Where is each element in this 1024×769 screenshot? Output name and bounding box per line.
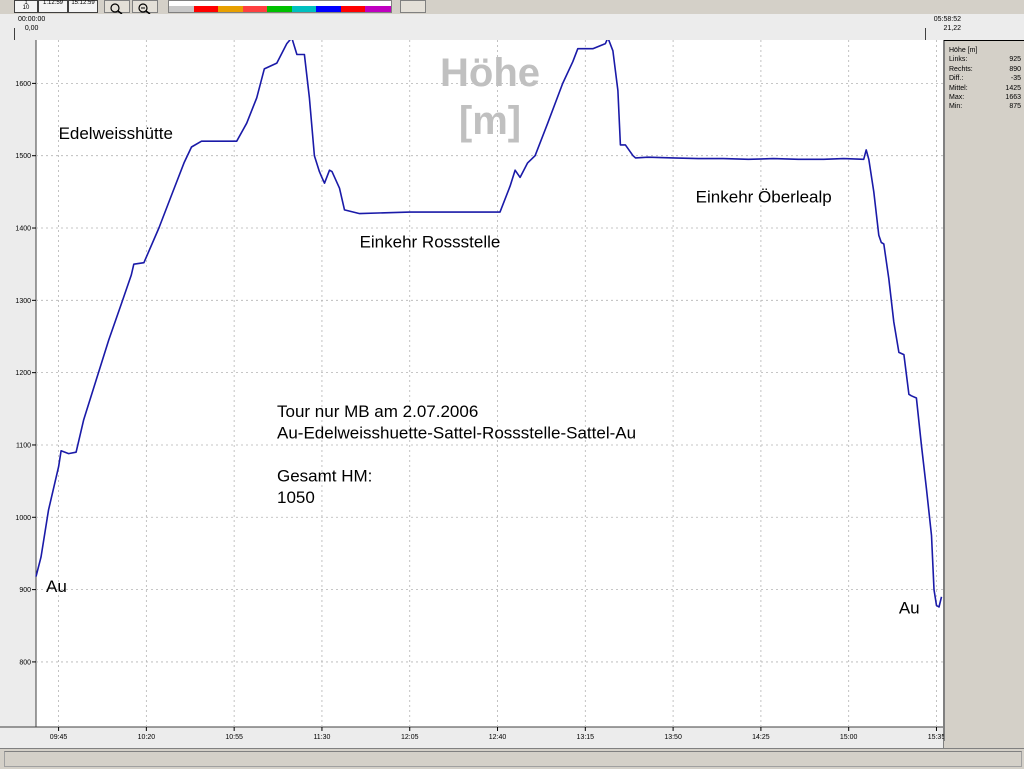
toolbar: 1 10 1:12:59 15:12:59 bbox=[0, 0, 1024, 15]
y-tick-label: 900 bbox=[19, 587, 31, 594]
start-value: 0,00 bbox=[24, 25, 39, 32]
note-line: Gesamt HM: bbox=[277, 467, 372, 486]
x-tick-label: 15:00 bbox=[840, 734, 858, 741]
stats-row: Diff.: -35 bbox=[949, 74, 1021, 83]
y-tick-label: 1500 bbox=[15, 153, 31, 160]
y-tick-label: 1300 bbox=[15, 298, 31, 305]
elevation-chart[interactable]: 800 900 1000 1100 1200 1300 1400 1500 1600 09:45 1… bbox=[0, 40, 944, 748]
stats-row: Mittel: 1425 bbox=[949, 84, 1021, 93]
channel-swatch[interactable] bbox=[291, 1, 318, 12]
y-tick-label: 1200 bbox=[15, 370, 31, 377]
y-axis-gutter bbox=[0, 40, 36, 748]
cursor-right-readout: 05:58:52 21,22 bbox=[927, 15, 961, 33]
stats-row: Min: 875 bbox=[949, 102, 1021, 111]
channel-swatch[interactable] bbox=[193, 1, 220, 12]
annotation-label: Einkehr Öberlealp bbox=[696, 188, 832, 207]
zoom-out-button[interactable] bbox=[132, 0, 158, 15]
y-tick-label: 1000 bbox=[15, 515, 31, 522]
x-tick-label: 11:30 bbox=[313, 734, 330, 741]
x-tick-label: 14:25 bbox=[752, 734, 770, 741]
channel-swatch[interactable] bbox=[218, 1, 244, 12]
stats-value: 875 bbox=[1009, 103, 1021, 111]
annotation-label: Einkehr Rossstelle bbox=[360, 233, 501, 252]
x-tick-label: 13:15 bbox=[577, 734, 595, 741]
magnifier-minus-icon bbox=[138, 3, 151, 15]
note-line: Tour nur MB am 2.07.2006 bbox=[277, 402, 478, 421]
annotation-label: Au bbox=[899, 598, 920, 617]
stats-value: 925 bbox=[1009, 56, 1021, 64]
zoom-in-button[interactable] bbox=[104, 0, 130, 15]
duration-field[interactable]: 1:12:59 bbox=[38, 0, 68, 13]
stats-panel: Höhe [m] Links: 925 Rechts: 890 Diff.: -35 … bbox=[944, 41, 1024, 741]
channel-swatch[interactable] bbox=[316, 1, 342, 12]
stats-value: 890 bbox=[1009, 65, 1021, 73]
stats-value: -35 bbox=[1010, 75, 1021, 83]
start-time: 00:00:00 bbox=[18, 16, 46, 23]
clock-field[interactable]: 15:12:59 bbox=[68, 0, 98, 13]
status-field bbox=[4, 751, 1022, 767]
x-tick-label: 12:40 bbox=[489, 734, 507, 741]
clock-field-bottom: 15:12:59 bbox=[71, 0, 95, 6]
y-tick-label: 800 bbox=[19, 659, 31, 666]
stats-header: Höhe [m] bbox=[949, 47, 978, 54]
annotation-label: Edelweisshütte bbox=[59, 124, 173, 143]
stats-table: Höhe [m] Links: 925 Rechts: 890 Diff.: -35 … bbox=[949, 46, 1021, 112]
channel-swatch[interactable] bbox=[267, 1, 293, 12]
scale-field-bottom: 10 bbox=[22, 5, 30, 11]
stats-value: 1425 bbox=[1005, 84, 1021, 92]
info-bar bbox=[0, 14, 1024, 54]
x-tick-label: 10:55 bbox=[225, 734, 243, 741]
channel-swatch[interactable] bbox=[242, 1, 269, 12]
x-tick-label: 10:20 bbox=[138, 734, 156, 741]
magnifier-icon bbox=[110, 3, 123, 15]
chart-title: [m] bbox=[459, 99, 521, 143]
channel-swatch[interactable] bbox=[365, 1, 391, 12]
stats-label: Diff.: bbox=[949, 75, 964, 83]
x-tick-label: 12:05 bbox=[401, 734, 419, 741]
x-tick-label: 09:45 bbox=[50, 734, 68, 741]
y-tick-label: 1400 bbox=[15, 226, 31, 233]
stats-value: 1663 bbox=[1005, 94, 1021, 102]
stats-row: Links: 925 bbox=[949, 55, 1021, 64]
scale-field[interactable]: 1 10 bbox=[14, 0, 38, 13]
channel-swatch[interactable] bbox=[340, 1, 367, 12]
x-tick-label: 15:35 bbox=[928, 734, 944, 741]
stats-label: Rechts: bbox=[949, 65, 973, 73]
channel-swatch[interactable] bbox=[169, 1, 195, 12]
duration-field-bottom: 1:12:59 bbox=[42, 0, 64, 6]
stats-label: Links: bbox=[949, 56, 968, 64]
note-line: Au-Edelweisshuette-Sattel-Rossstelle-Sat… bbox=[277, 424, 636, 443]
end-value: 21,22 bbox=[943, 25, 961, 32]
stats-label: Max: bbox=[949, 94, 965, 102]
x-tick-label: 13:50 bbox=[664, 734, 682, 741]
note-line: 1050 bbox=[277, 488, 315, 507]
chart-title: Höhe bbox=[440, 51, 540, 95]
stats-row: Rechts: 890 bbox=[949, 65, 1021, 74]
cursor-left-readout: 00:00:00 0,00 bbox=[18, 15, 45, 33]
extra-button[interactable] bbox=[400, 0, 426, 13]
y-tick-label: 1600 bbox=[15, 81, 31, 88]
stats-row: Max: 1663 bbox=[949, 93, 1021, 102]
status-bar bbox=[0, 748, 1024, 769]
stats-label: Min: bbox=[949, 103, 963, 111]
stats-label: Mittel: bbox=[949, 84, 968, 92]
end-time: 05:58:52 bbox=[933, 16, 961, 23]
channel-selector-strip[interactable] bbox=[168, 0, 392, 13]
annotation-label: Au bbox=[46, 577, 67, 596]
y-tick-label: 1100 bbox=[16, 442, 31, 449]
